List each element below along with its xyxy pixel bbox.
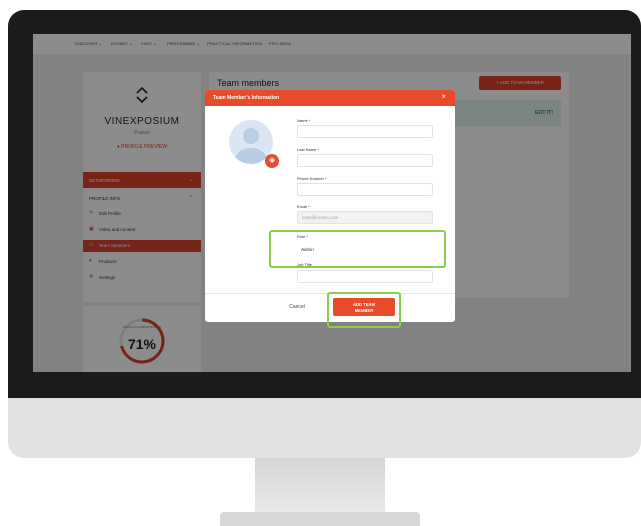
screen: DISCOVER ⌄ EXHIBIT ⌄ VISIT ⌄ PROGRAMME ⌄… (33, 34, 631, 372)
role-highlight-box (269, 230, 446, 268)
name-field[interactable] (297, 125, 433, 138)
submit-highlight-box (327, 292, 401, 328)
modal-title: Team Member's Information (213, 95, 280, 101)
avatar-body (235, 148, 267, 164)
avatar-head (243, 128, 259, 144)
last-name-field[interactable] (297, 154, 433, 167)
email-label: Email * (297, 204, 310, 209)
team-member-modal: Team Member's Information × ◉ Name * Las… (205, 90, 455, 322)
phone-label: Phone Number * (297, 176, 327, 181)
email-value: taste@moms.com (302, 215, 339, 220)
modal-header: Team Member's Information × (205, 90, 455, 106)
email-field: taste@moms.com (297, 211, 433, 224)
camera-icon[interactable]: ◉ (265, 154, 279, 168)
monitor-base (220, 512, 420, 526)
monitor-stand (255, 458, 385, 518)
last-name-label: Last Name * (297, 147, 320, 152)
monitor-chin (8, 398, 641, 458)
close-icon[interactable]: × (441, 93, 446, 101)
phone-field[interactable] (297, 183, 433, 196)
cancel-button[interactable]: Cancel (275, 300, 319, 314)
job-title-field[interactable] (297, 270, 433, 283)
name-label: Name * (297, 118, 311, 123)
